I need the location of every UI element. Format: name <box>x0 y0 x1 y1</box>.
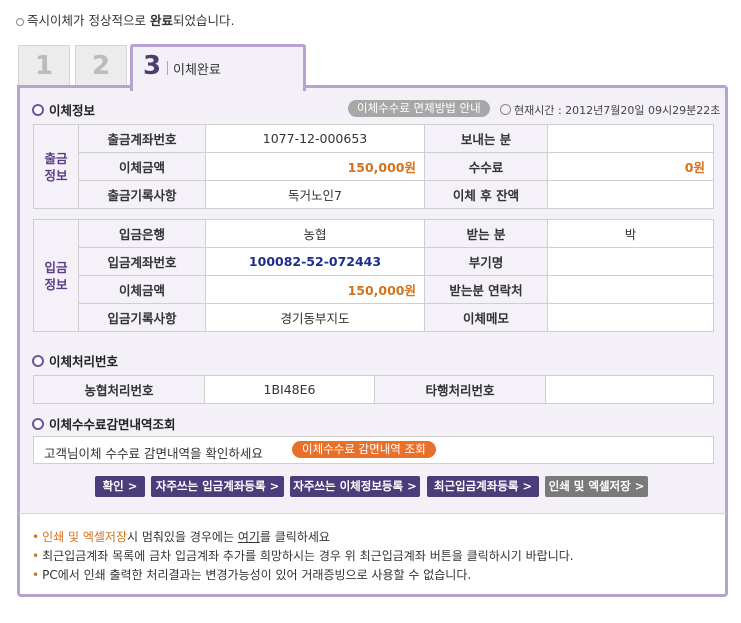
other-bank-process-number <box>545 375 714 404</box>
transfer-amount: 150,000원 <box>205 152 425 181</box>
completion-message: 즉시이체가 정상적으로 완료되었습니다. <box>16 10 234 29</box>
header-cell: 받는분 연락처 <box>424 275 548 304</box>
header-cell: 출금계좌번호 <box>78 124 206 153</box>
recipient-contact <box>547 275 714 304</box>
nh-process-number: 1BI48E6 <box>204 375 375 404</box>
header-cell: 수수료 <box>424 152 548 181</box>
bullet-icon <box>16 17 24 26</box>
process-number-table: 농협처리번호 1BI48E6 타행처리번호 <box>33 375 714 404</box>
header-cell: 타행처리번호 <box>374 375 546 404</box>
note-item: • 인쇄 및 엑셀저장시 멈춰있을 경우에는 여기를 클릭하세요 <box>32 530 330 544</box>
register-frequent-account-button[interactable]: 자주쓰는 입금계좌등록 > <box>151 476 284 497</box>
header-cell: 이체메모 <box>424 303 548 332</box>
sender-name <box>547 124 714 153</box>
header-cell: 입금계좌번호 <box>78 247 206 276</box>
here-link[interactable]: 여기 <box>238 530 260 544</box>
register-recent-account-button[interactable]: 최근입금계좌등록 > <box>427 476 539 497</box>
header-cell: 이체금액 <box>78 152 206 181</box>
deposit-bank: 농협 <box>205 219 425 248</box>
deposit-account: 100082-52-072443 <box>205 247 425 276</box>
print-excel-button[interactable]: 인쇄 및 엑셀저장 > <box>545 476 648 497</box>
bullet-icon <box>32 355 44 367</box>
section-process-number: 이체처리번호 <box>32 351 118 370</box>
withdraw-group-label: 출금 정보 <box>33 124 79 209</box>
current-time: 현재시간 : 2012년7월20일 09시29분22초 <box>500 102 720 118</box>
withdraw-info-table: 출금 정보 출금계좌번호 1077-12-000653 보내는 분 이체금액 15… <box>33 124 714 209</box>
header-cell: 출금기록사항 <box>78 180 206 209</box>
deposit-amount: 150,000원 <box>205 275 425 304</box>
deposit-info-table: 입금 정보 입금은행 농협 받는 분 박 입금계좌번호 100082-52-072… <box>33 219 714 332</box>
withdraw-memo: 독거노인7 <box>205 180 425 209</box>
note-item: • 최근입금계좌 목록에 금차 입금계좌 추가를 희망하시는 경우 위 최근입금계… <box>32 549 574 563</box>
fee-lookup-button[interactable]: 이체수수료 감면내역 조회 <box>292 441 436 458</box>
notes-panel: • 인쇄 및 엑셀저장시 멈춰있을 경우에는 여기를 클릭하세요 • 최근입금계좌 … <box>17 513 728 597</box>
recipient-name: 박 <box>547 219 714 248</box>
header-cell: 입금기록사항 <box>78 303 206 332</box>
fee-lookup-box: 고객님이체 수수료 감면내역을 확인하세요 이체수수료 감면내역 조회 <box>33 436 714 464</box>
result-panel: 이체정보 이체수수료 면제방법 안내 현재시간 : 2012년7월20일 09시… <box>17 85 728 516</box>
balance-after <box>547 180 714 209</box>
fee-exempt-guide-button[interactable]: 이체수수료 면제방법 안내 <box>348 100 490 117</box>
section-transfer-info: 이체정보 <box>32 100 95 119</box>
alias-name <box>547 247 714 276</box>
clock-icon <box>500 104 511 115</box>
divider <box>167 61 168 75</box>
notes-list: • 인쇄 및 엑셀저장시 멈춰있을 경우에는 여기를 클릭하세요 • 최근입금계좌 … <box>32 528 574 585</box>
bullet-icon: • <box>32 568 40 582</box>
header-cell: 받는 분 <box>424 219 548 248</box>
step-tab-3: 3 이체완료 <box>130 44 306 91</box>
step-tab-1: 1 <box>18 45 70 86</box>
fee-lookup-text: 고객님이체 수수료 감면내역을 확인하세요 <box>44 446 263 461</box>
step-label: 이체완료 <box>173 63 221 78</box>
register-frequent-transfer-button[interactable]: 자주쓰는 이체정보등록 > <box>290 476 420 497</box>
withdraw-account: 1077-12-000653 <box>205 124 425 153</box>
step-tab-2: 2 <box>75 45 127 86</box>
fee-amount: 0원 <box>547 152 714 181</box>
bullet-icon <box>32 418 44 430</box>
header-cell: 농협처리번호 <box>33 375 205 404</box>
header-cell: 이체금액 <box>78 275 206 304</box>
step-number: 3 <box>143 51 162 81</box>
header-cell: 이체 후 잔액 <box>424 180 548 209</box>
transfer-memo <box>547 303 714 332</box>
bullet-icon: • <box>32 530 40 544</box>
deposit-memo: 경기동부지도 <box>205 303 425 332</box>
bullet-icon <box>32 104 44 116</box>
header-cell: 입금은행 <box>78 219 206 248</box>
deposit-group-label: 입금 정보 <box>33 219 79 332</box>
section-fee-lookup: 이체수수료감면내역조회 <box>32 414 176 433</box>
confirm-button[interactable]: 확인 > <box>95 476 145 497</box>
header-cell: 부기명 <box>424 247 548 276</box>
header-cell: 보내는 분 <box>424 124 548 153</box>
note-item: • PC에서 인쇄 출력한 처리결과는 변경가능성이 있어 거래증빙으로 사용할 … <box>32 568 472 582</box>
bullet-icon: • <box>32 549 40 563</box>
